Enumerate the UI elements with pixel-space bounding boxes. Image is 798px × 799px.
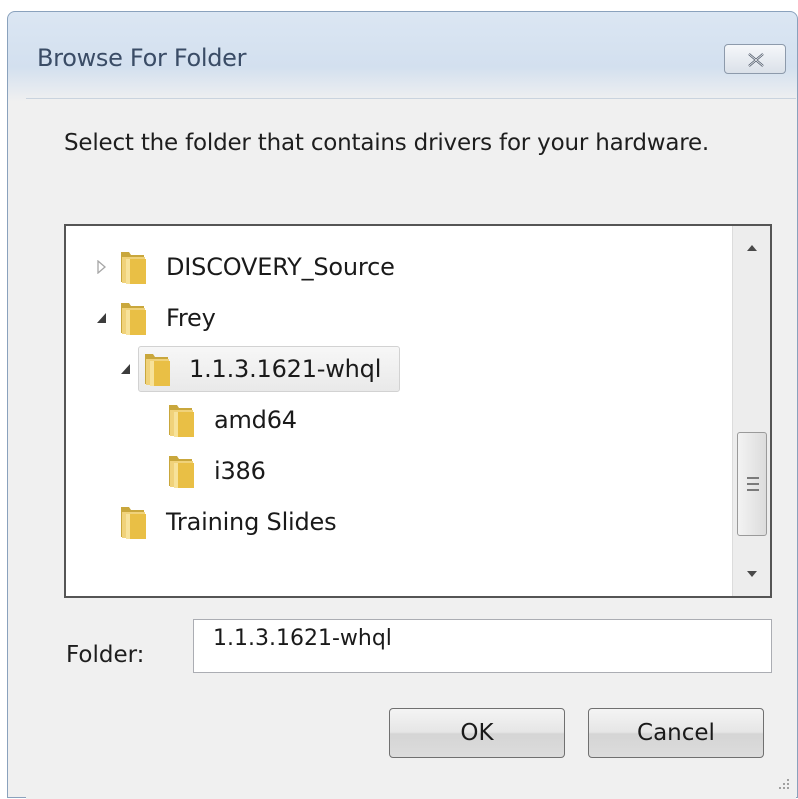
ok-button[interactable]: OK bbox=[389, 708, 565, 758]
tree-item-amd64[interactable]: amd64 bbox=[140, 399, 320, 441]
collapse-arrow-icon[interactable] bbox=[96, 311, 108, 325]
folder-icon bbox=[169, 405, 194, 437]
cancel-button[interactable]: Cancel bbox=[588, 708, 764, 758]
tree-item-i386[interactable]: i386 bbox=[140, 450, 300, 492]
tree-item-label: 1.1.3.1621-whql bbox=[189, 355, 382, 383]
instruction-text: Select the folder that contains drivers … bbox=[64, 130, 710, 156]
tree-item-label: DISCOVERY_Source bbox=[166, 253, 395, 281]
folder-icon bbox=[121, 507, 146, 539]
tree-item-label: amd64 bbox=[214, 406, 297, 434]
resize-grip-icon[interactable] bbox=[777, 777, 791, 791]
window-title: Browse For Folder bbox=[37, 44, 247, 72]
expand-arrow-icon[interactable] bbox=[96, 260, 108, 274]
vertical-scrollbar[interactable] bbox=[732, 226, 770, 596]
scroll-up-icon bbox=[747, 245, 757, 251]
collapse-arrow-icon[interactable] bbox=[120, 362, 132, 376]
tree-item-label: i386 bbox=[214, 457, 266, 485]
tree-item-frey[interactable]: Frey bbox=[92, 297, 292, 339]
scroll-grip-line bbox=[747, 483, 759, 485]
close-icon bbox=[748, 53, 764, 67]
scroll-down-icon bbox=[747, 571, 757, 577]
scroll-thumb[interactable] bbox=[737, 432, 767, 536]
folder-tree[interactable]: DISCOVERY_Source Frey 1.1.3.1621-whql am… bbox=[64, 224, 772, 598]
folder-icon bbox=[169, 456, 194, 488]
folder-label: Folder: bbox=[66, 642, 145, 668]
scroll-grip-line bbox=[747, 489, 759, 491]
folder-input[interactable]: 1.1.3.1621-whql bbox=[193, 619, 772, 673]
tree-item-whql[interactable]: 1.1.3.1621-whql bbox=[116, 346, 401, 392]
folder-icon bbox=[121, 303, 146, 335]
close-button[interactable] bbox=[724, 44, 786, 74]
folder-icon bbox=[145, 354, 170, 386]
tree-item-label: Training Slides bbox=[166, 508, 337, 536]
browse-for-folder-dialog: Browse For Folder Select the folder that… bbox=[7, 11, 798, 799]
tree-item-training-slides[interactable]: Training Slides bbox=[92, 501, 372, 543]
scroll-grip-icon bbox=[747, 477, 759, 479]
scroll-down-button[interactable] bbox=[733, 554, 771, 594]
tree-item-discovery-source[interactable]: DISCOVERY_Source bbox=[92, 246, 422, 288]
tree-item-label: Frey bbox=[166, 304, 216, 332]
folder-icon bbox=[121, 252, 146, 284]
scroll-up-button[interactable] bbox=[733, 228, 771, 268]
